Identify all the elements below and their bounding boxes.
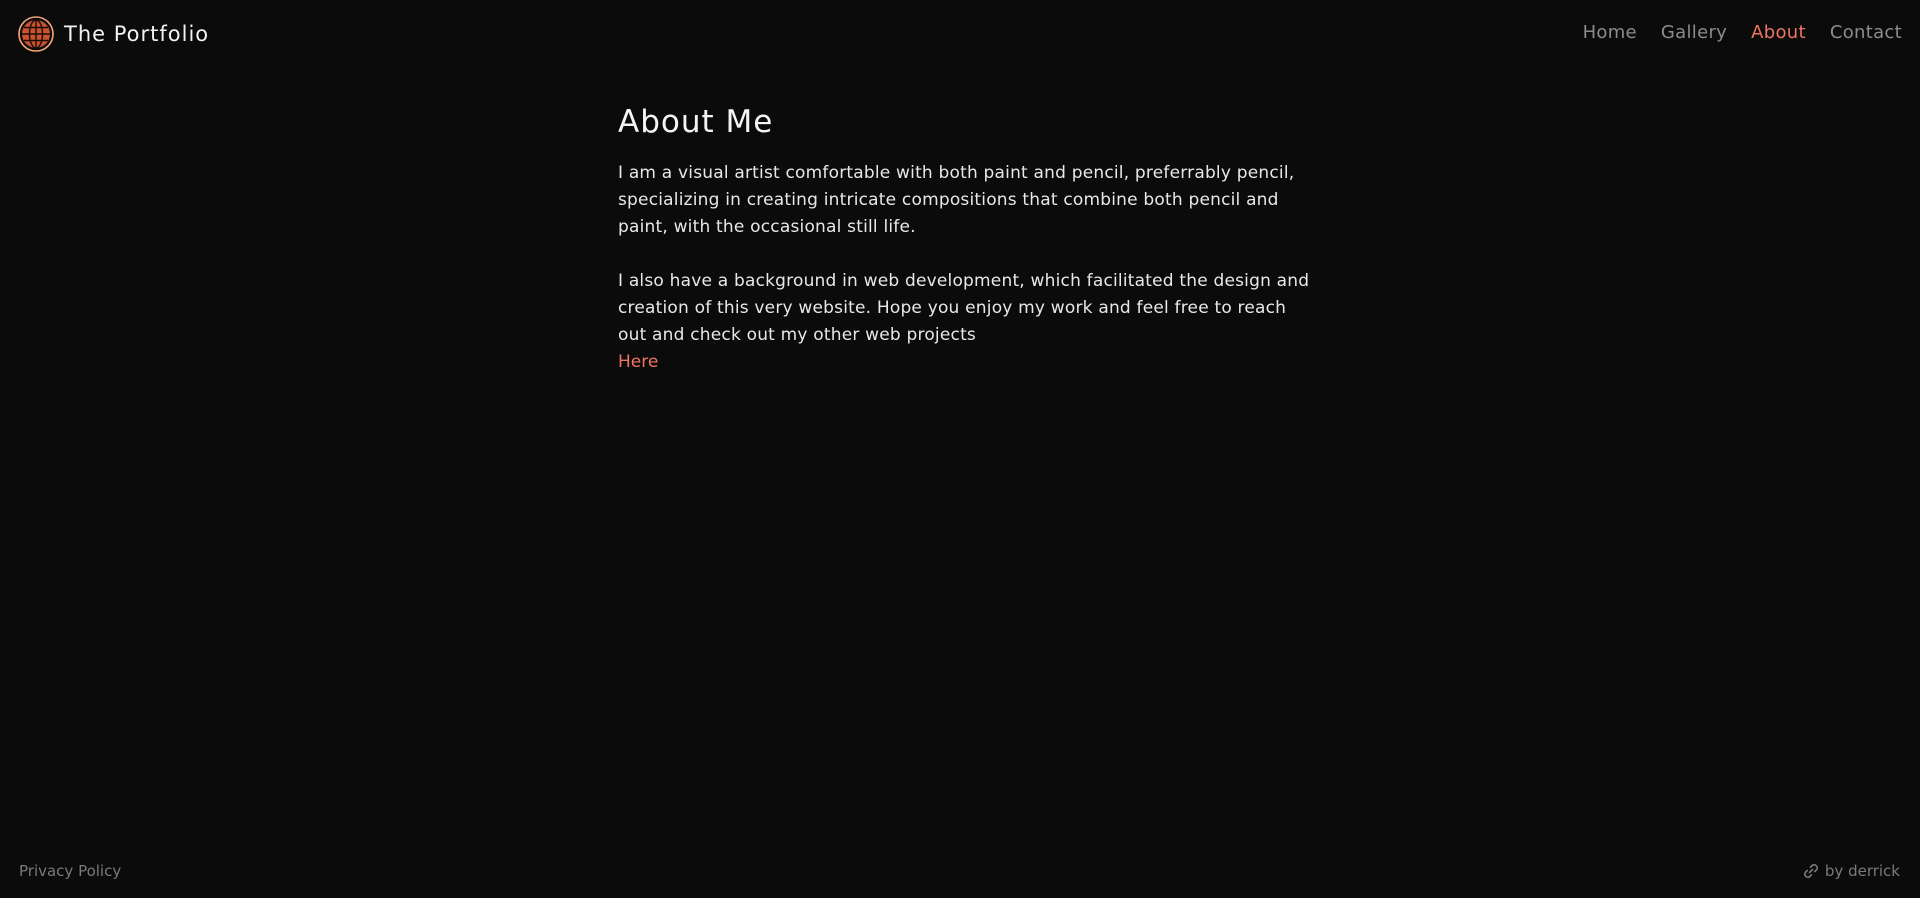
main-nav: Home Gallery About Contact xyxy=(1583,22,1902,43)
link-icon xyxy=(1803,863,1819,879)
nav-contact[interactable]: Contact xyxy=(1830,22,1902,43)
nav-gallery[interactable]: Gallery xyxy=(1661,22,1727,43)
privacy-policy-link[interactable]: Privacy Policy xyxy=(19,862,121,880)
site-header: The Portfolio Home Gallery About Contact xyxy=(0,0,1920,68)
credit[interactable]: by derrick xyxy=(1803,862,1900,880)
about-paragraph-2: I also have a background in web developm… xyxy=(618,271,1310,345)
globe-icon xyxy=(18,16,54,52)
credit-label: by derrick xyxy=(1824,862,1900,880)
nav-home[interactable]: Home xyxy=(1583,22,1637,43)
about-section: About Me I am a visual artist comfortabl… xyxy=(618,104,1318,376)
brand-link[interactable]: The Portfolio xyxy=(18,16,209,52)
projects-link[interactable]: Here xyxy=(618,349,1318,376)
about-paragraph-1: I am a visual artist comfortable with bo… xyxy=(618,163,1295,237)
nav-about[interactable]: About xyxy=(1751,22,1806,43)
page-title: About Me xyxy=(618,104,774,140)
page: The Portfolio Home Gallery About Contact… xyxy=(0,0,1920,898)
brand-title: The Portfolio xyxy=(64,22,210,46)
